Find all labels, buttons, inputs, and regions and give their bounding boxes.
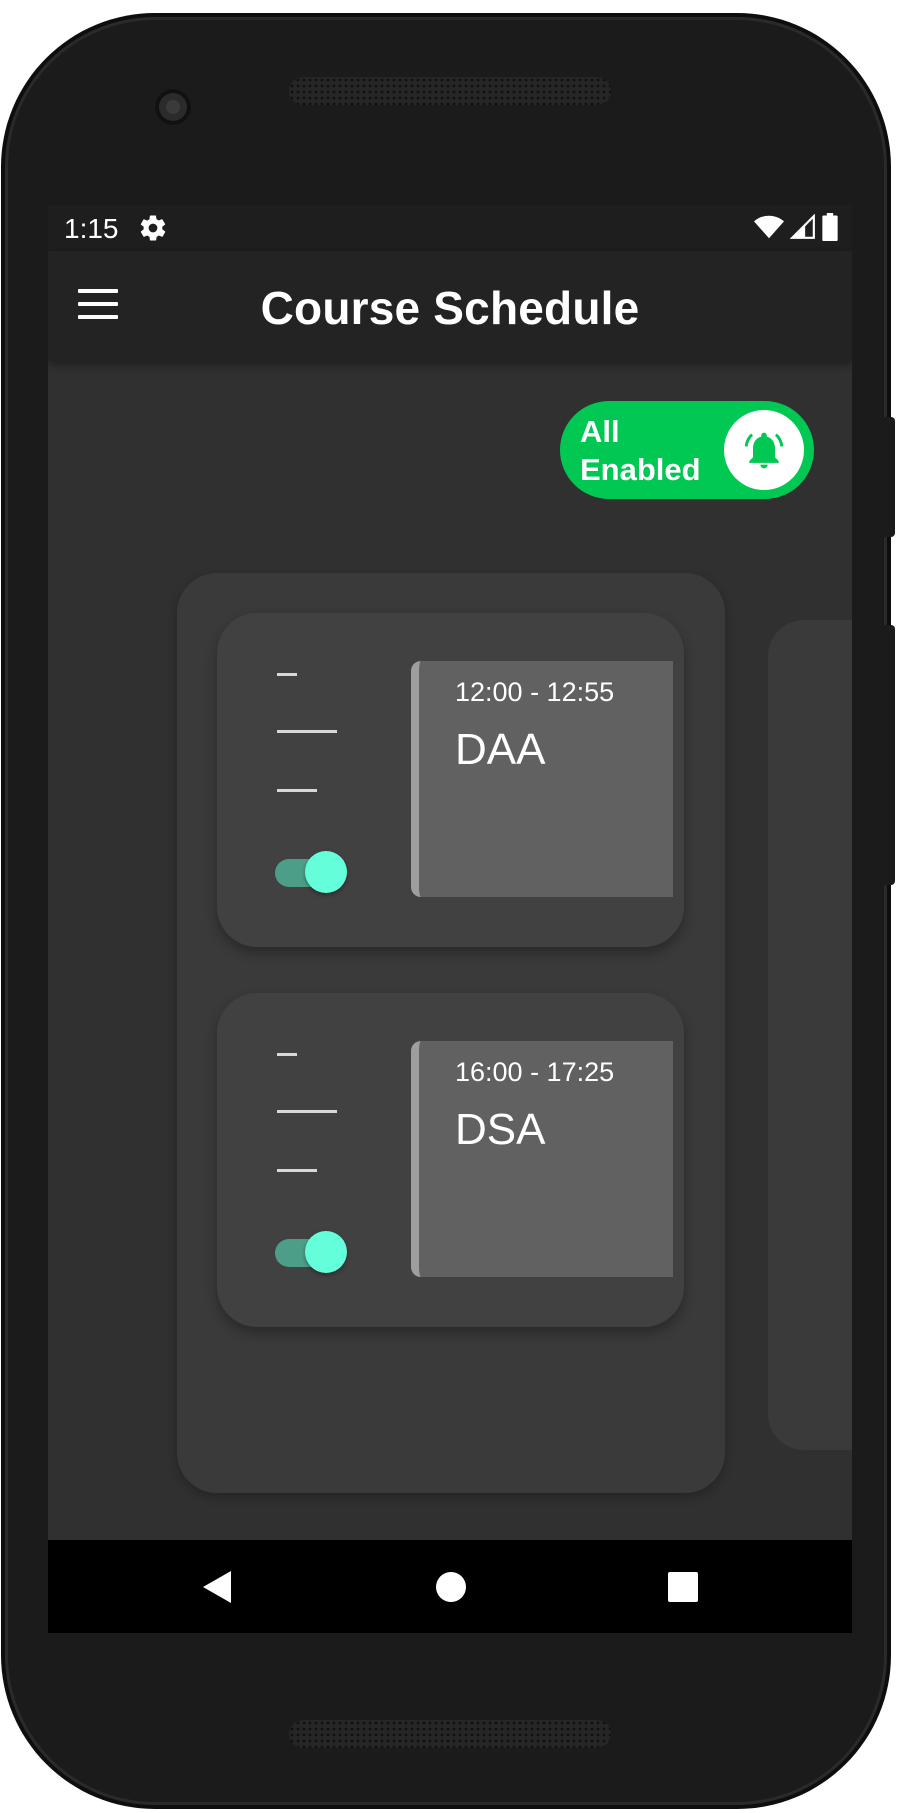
course-time: 12:00 - 12:55 — [455, 677, 615, 707]
day-schedule-card: 12:00 - 12:55 DAA 16:00 - 17:25 DSA — [177, 573, 725, 1493]
decor-line — [277, 730, 337, 733]
all-enabled-label: All Enabled — [580, 414, 701, 487]
course-item: 16:00 - 17:25 DSA — [217, 993, 684, 1327]
navigation-bar — [48, 1540, 852, 1633]
course-info-box[interactable]: 12:00 - 12:55 DAA — [411, 661, 673, 897]
recents-icon[interactable] — [636, 1540, 729, 1633]
wifi-icon — [754, 215, 784, 239]
decor-line — [277, 1110, 337, 1113]
course-time: 16:00 - 17:25 — [455, 1057, 615, 1087]
back-icon[interactable] — [170, 1540, 263, 1633]
volume-button — [883, 625, 895, 885]
status-bar: 1:15 — [48, 205, 852, 251]
top-speaker — [289, 77, 611, 105]
switch-thumb — [305, 1231, 347, 1273]
app-bar: Course Schedule — [48, 251, 852, 361]
home-icon[interactable] — [404, 1540, 497, 1633]
course-item: 12:00 - 12:55 DAA — [217, 613, 684, 947]
bottom-speaker — [289, 1720, 611, 1748]
gear-icon — [140, 215, 166, 241]
course-name: DSA — [455, 1105, 546, 1154]
decor-line — [277, 1169, 317, 1172]
system-icons — [754, 213, 838, 241]
switch-thumb — [305, 851, 347, 893]
battery-icon — [822, 213, 838, 241]
all-enabled-toggle[interactable]: All Enabled — [560, 401, 814, 499]
power-button — [883, 417, 895, 537]
signal-icon — [790, 214, 815, 239]
decor-line — [277, 673, 297, 676]
status-time: 1:15 — [64, 213, 119, 244]
course-enable-switch[interactable] — [275, 1229, 347, 1277]
decor-line — [277, 1053, 297, 1056]
course-info-box[interactable]: 16:00 - 17:25 DSA — [411, 1041, 673, 1277]
screen: 1:15 Course Schedule All Enabled 12:00 -… — [48, 205, 852, 1633]
front-camera — [155, 89, 191, 125]
next-day-card[interactable] — [768, 620, 852, 1450]
course-name: DAA — [455, 725, 546, 774]
toggle-knob — [724, 410, 804, 490]
course-enable-switch[interactable] — [275, 849, 347, 897]
bell-ringing-icon — [744, 432, 784, 469]
decor-line — [277, 789, 317, 792]
page-title: Course Schedule — [260, 282, 640, 334]
phone-frame: 1:15 Course Schedule All Enabled 12:00 -… — [5, 17, 895, 1805]
